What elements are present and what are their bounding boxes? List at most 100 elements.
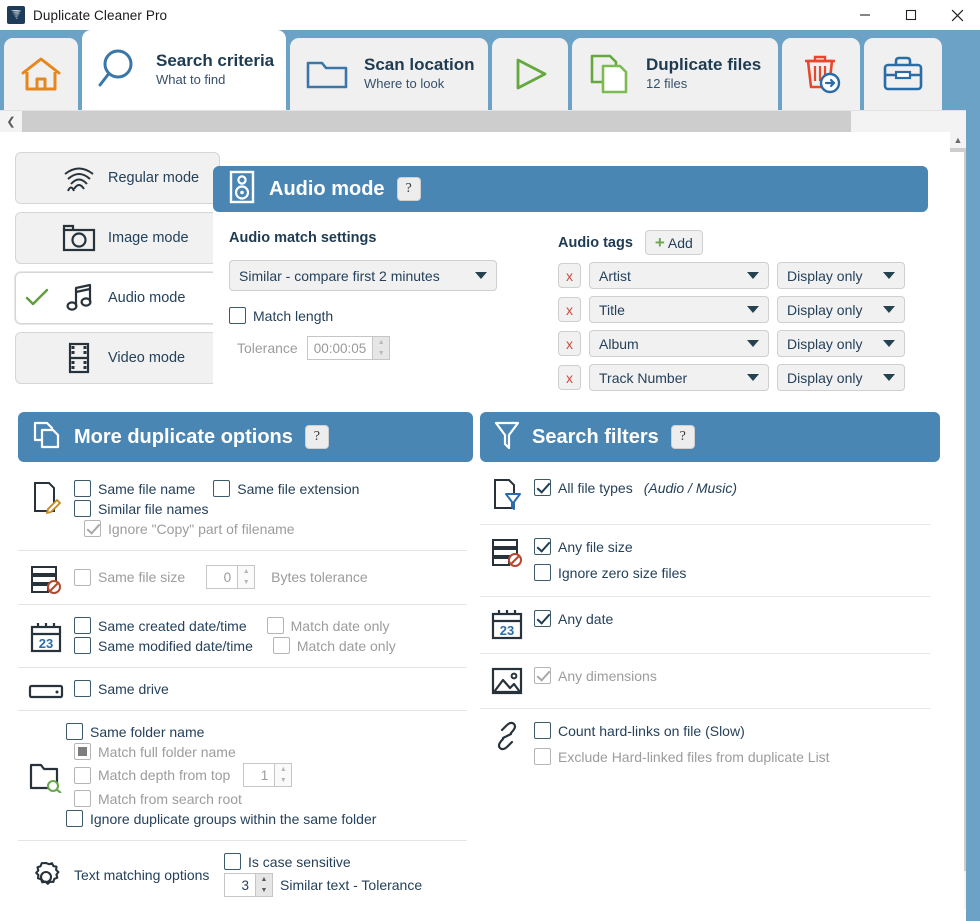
same-drive-row: Same drive: [74, 680, 467, 697]
audio-match-settings-title: Audio match settings: [229, 230, 377, 246]
similar-file-names-label: Similar file names: [98, 500, 209, 517]
spin-down-icon[interactable]: ▼: [238, 577, 254, 588]
ignore-copy-label: Ignore "Copy" part of filename: [108, 520, 295, 537]
is-case-sensitive-checkbox[interactable]: [224, 853, 241, 870]
help-icon[interactable]: ?: [670, 425, 695, 449]
help-icon[interactable]: ?: [396, 177, 421, 201]
remove-tag-icon[interactable]: x: [558, 263, 581, 288]
tolerance-stepper[interactable]: 00:00:05 ▲ ▼: [306, 336, 391, 360]
audio-tag-dropdown[interactable]: Title: [589, 296, 769, 323]
audio-tag-dropdown[interactable]: Album: [589, 330, 769, 357]
all-file-types-label: All file types: [558, 479, 633, 496]
spin-down-icon[interactable]: ▼: [373, 348, 389, 359]
tab-tools[interactable]: [864, 38, 942, 110]
chevron-down-icon: [883, 272, 895, 279]
chevron-left-icon[interactable]: ❮: [0, 111, 22, 132]
audio-tags-section: Audio tags + Add x Artist Display only x…: [558, 230, 905, 391]
ignore-copy-checkbox[interactable]: [84, 520, 101, 537]
similar-file-names-row: Similar file names: [74, 500, 467, 517]
remove-tag-icon[interactable]: x: [558, 365, 581, 390]
match-full-folder-name-radio[interactable]: [74, 743, 91, 760]
depth-stepper[interactable]: 1 ▲ ▼: [243, 763, 293, 787]
match-depth-checkbox[interactable]: [74, 766, 91, 784]
tab-run-scan[interactable]: [492, 38, 568, 110]
bytes-tolerance-stepper[interactable]: 0 ▲ ▼: [206, 565, 256, 589]
horizontal-scrollbar[interactable]: ❮ ❯: [0, 110, 980, 132]
spin-up-icon[interactable]: ▲: [373, 337, 389, 348]
ignore-zero-size-checkbox[interactable]: [534, 564, 551, 581]
any-file-size-checkbox[interactable]: [534, 538, 551, 555]
similar-file-names-checkbox[interactable]: [74, 500, 91, 517]
tab-home[interactable]: [4, 38, 78, 110]
minimize-icon[interactable]: [842, 0, 888, 30]
window-controls: [842, 0, 980, 30]
tab-scan-location[interactable]: Scan location Where to look: [290, 38, 488, 110]
spin-down-icon[interactable]: ▼: [256, 885, 272, 896]
remove-tag-icon[interactable]: x: [558, 297, 581, 322]
audio-tag-dropdown[interactable]: Artist: [589, 262, 769, 289]
match-full-folder-name-label: Match full folder name: [98, 743, 236, 760]
mode-button-video[interactable]: Video mode: [15, 332, 220, 384]
same-folder-name-checkbox[interactable]: [66, 723, 83, 740]
tab-duplicate-files[interactable]: Duplicate files 12 files: [572, 38, 778, 110]
mode-selector: Regular mode Image mode Audio mode Video…: [15, 152, 220, 392]
similar-text-spin-buttons[interactable]: ▲ ▼: [255, 874, 272, 896]
audio-match-mode-dropdown[interactable]: Similar - compare first 2 minutes: [229, 260, 497, 291]
tab-title: Scan location: [364, 55, 475, 75]
mode-button-image[interactable]: Image mode: [15, 212, 220, 264]
similar-text-stepper[interactable]: 3 ▲ ▼: [224, 873, 273, 897]
same-file-name-checkbox[interactable]: [74, 480, 91, 497]
remove-tag-icon[interactable]: x: [558, 331, 581, 356]
same-created-checkbox[interactable]: [74, 617, 91, 634]
audio-tag-action-dropdown[interactable]: Display only: [777, 296, 905, 323]
hscroll-track[interactable]: [22, 111, 958, 132]
help-icon[interactable]: ?: [304, 425, 329, 449]
tab-file-removal[interactable]: [782, 38, 860, 110]
hardlinks-filter-group: Count hard-links on file (Slow) Exclude …: [480, 709, 930, 780]
same-file-extension-checkbox[interactable]: [213, 480, 231, 497]
spin-up-icon[interactable]: ▲: [238, 566, 254, 577]
audio-tag-action-dropdown[interactable]: Display only: [777, 330, 905, 357]
add-tag-button[interactable]: + Add: [644, 230, 703, 255]
date-options-body: Same created date/time Match date only S…: [74, 614, 467, 657]
exclude-hardlinked-checkbox[interactable]: [534, 748, 551, 765]
chevron-down-icon: [883, 374, 895, 381]
same-modified-row: Same modified date/time Match date only: [74, 637, 467, 654]
audio-tag-action-dropdown[interactable]: Display only: [777, 364, 905, 391]
drive-icon: [18, 678, 74, 700]
all-file-types-checkbox[interactable]: [534, 479, 551, 496]
audio-tag-dropdown[interactable]: Track Number: [589, 364, 769, 391]
maximize-icon[interactable]: [888, 0, 934, 30]
same-drive-checkbox[interactable]: [74, 680, 91, 697]
count-hardlinks-checkbox[interactable]: [534, 722, 551, 739]
ignore-dupe-groups-checkbox[interactable]: [66, 810, 83, 827]
audio-tag-value: Title: [599, 301, 625, 318]
spin-up-icon[interactable]: ▲: [256, 874, 272, 885]
chevron-up-icon[interactable]: ▲: [950, 132, 966, 148]
spin-up-icon[interactable]: ▲: [275, 764, 291, 775]
bytes-spin-buttons[interactable]: ▲ ▼: [237, 566, 255, 588]
tolerance-spin-buttons[interactable]: ▲ ▼: [372, 337, 390, 359]
match-date-only-modified-checkbox[interactable]: [272, 637, 290, 654]
chevron-down-icon: [747, 306, 759, 313]
any-dimensions-checkbox[interactable]: [534, 667, 551, 684]
match-date-only-created-checkbox[interactable]: [266, 617, 284, 634]
mode-button-regular[interactable]: Regular mode: [15, 152, 220, 204]
audio-tag-row: x Track Number Display only: [558, 364, 905, 391]
hscroll-thumb[interactable]: [22, 111, 852, 132]
audio-tag-action-dropdown[interactable]: Display only: [777, 262, 905, 289]
same-file-size-checkbox[interactable]: [74, 568, 91, 586]
match-full-folder-name-row: Match full folder name: [74, 743, 467, 760]
music-note-icon: [58, 282, 100, 314]
any-date-checkbox[interactable]: [534, 610, 551, 627]
same-modified-checkbox[interactable]: [74, 637, 91, 654]
spin-down-icon[interactable]: ▼: [275, 775, 291, 786]
depth-spin-buttons[interactable]: ▲ ▼: [274, 764, 292, 786]
match-length-checkbox[interactable]: [229, 307, 246, 324]
mode-button-audio[interactable]: Audio mode: [15, 272, 220, 324]
tab-search-criteria[interactable]: Search criteria What to find: [82, 30, 286, 110]
same-file-size-label: Same file size: [98, 569, 186, 585]
match-from-search-root-checkbox[interactable]: [74, 790, 91, 807]
close-icon[interactable]: [934, 0, 980, 30]
funnel-icon: [494, 420, 520, 455]
